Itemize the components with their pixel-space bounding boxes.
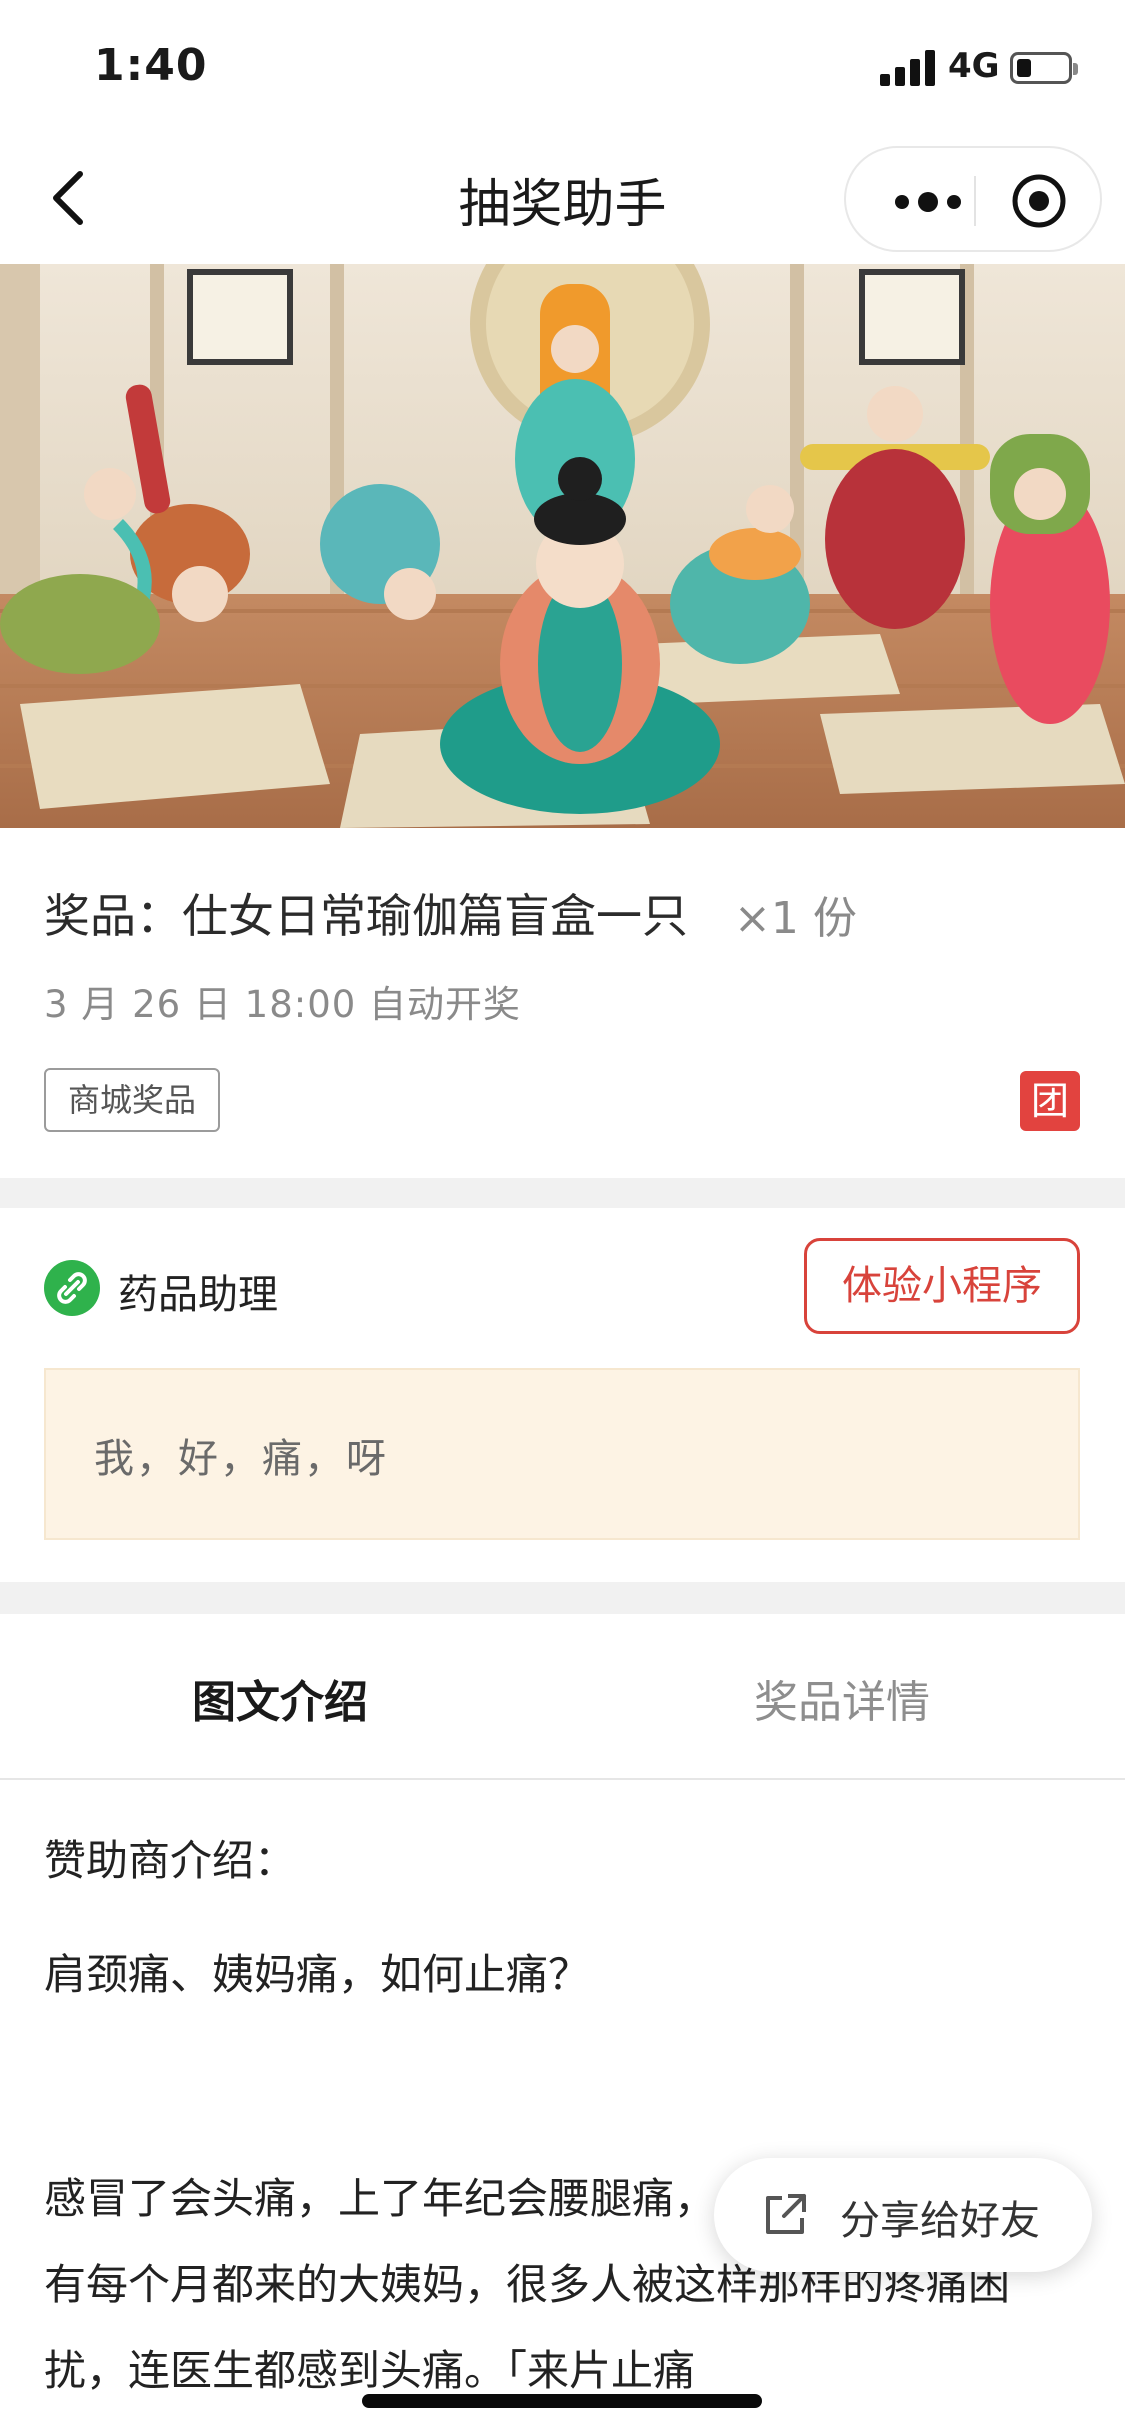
content-tabs: 图文介绍 奖品详情 — [0, 1614, 1125, 1780]
share-to-friend-button[interactable]: 分享给好友 — [714, 2158, 1092, 2272]
article-paragraph: 肩颈痛、姨妈痛，如何止痛？ — [44, 1950, 591, 1999]
nav-bar: 抽奖助手 — [0, 132, 1125, 264]
article-body: 赞助商介绍： 肩颈痛、姨妈痛，如何止痛？ 感冒了会头痛，上了年纪会腰腿痛，久坐会… — [0, 1782, 1125, 2436]
status-bar: 1:40 4G — [0, 0, 1125, 132]
tab-intro[interactable]: 图文介绍 — [80, 1666, 480, 1730]
signal-icon — [880, 50, 938, 86]
mini-program-capsule — [844, 146, 1102, 252]
sponsor-section: 药品助理 体验小程序 我，好，痛，呀 — [0, 1208, 1125, 1582]
battery-icon — [1010, 52, 1078, 84]
yoga-figurines-illustration — [0, 264, 1125, 828]
share-icon — [766, 2194, 806, 2234]
status-time: 1:40 — [94, 40, 208, 91]
try-mini-program-button[interactable]: 体验小程序 — [804, 1238, 1080, 1334]
sponsor-note: 我，好，痛，呀 — [44, 1368, 1080, 1540]
prize-title: 奖品：仕女日常瑜伽篇盲盒一只 — [44, 889, 688, 943]
prize-quantity: ×1 份 — [734, 893, 857, 944]
mall-prize-tag: 商城奖品 — [44, 1068, 221, 1132]
share-label: 分享给好友 — [840, 2198, 1040, 2244]
group-badge[interactable]: 团 — [1020, 1071, 1080, 1131]
article-paragraph: 赞助商介绍： — [44, 1836, 297, 1885]
capsule-divider — [974, 176, 976, 226]
tab-prize-detail[interactable]: 奖品详情 — [642, 1666, 1042, 1730]
sponsor-name[interactable]: 药品助理 — [118, 1262, 278, 1320]
section-divider — [0, 1582, 1125, 1614]
network-label: 4G — [948, 46, 1000, 86]
section-divider — [0, 1178, 1125, 1208]
more-icon[interactable] — [882, 182, 974, 222]
prize-image — [0, 264, 1125, 828]
close-mini-program-icon[interactable] — [1010, 172, 1068, 230]
prize-info: 奖品：仕女日常瑜伽篇盲盒一只 ×1 份 3 月 26 日 18:00 自动开奖 … — [0, 828, 1125, 1178]
sponsor-note-text: 我，好，痛，呀 — [94, 1436, 388, 1482]
home-indicator[interactable] — [362, 2394, 762, 2408]
mini-program-link-icon — [44, 1260, 100, 1316]
draw-time: 3 月 26 日 18:00 自动开奖 — [44, 983, 522, 1026]
